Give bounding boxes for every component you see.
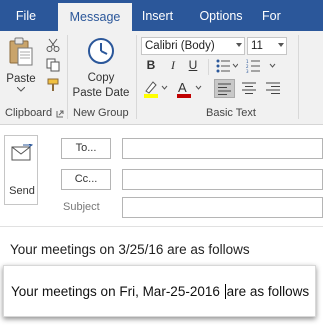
zoom-callout: Your meetings on Fri, Mar-25-2016 are as… xyxy=(3,265,316,317)
align-left-icon xyxy=(218,83,231,95)
tab-options[interactable]: Options xyxy=(190,0,252,31)
ribbon-separator xyxy=(208,59,209,75)
font-name-value: Calibri (Body) xyxy=(145,40,215,52)
ribbon-separator xyxy=(67,35,68,119)
callout-text-before: Your meetings on Fri, Mar-25-2016 xyxy=(11,284,220,299)
tab-message[interactable]: Message xyxy=(58,3,132,31)
tab-insert[interactable]: Insert xyxy=(135,0,180,31)
font-name-combobox[interactable]: Calibri (Body) xyxy=(141,37,245,55)
to-button[interactable]: To... xyxy=(61,138,111,159)
font-size-value: 11 xyxy=(251,40,263,52)
paste-button[interactable]: Paste xyxy=(2,35,40,93)
font-size-combobox[interactable]: 11 xyxy=(247,37,287,55)
dialog-launcher-icon[interactable] xyxy=(56,110,64,118)
chevron-down-icon[interactable] xyxy=(236,43,242,47)
to-field[interactable] xyxy=(122,138,323,159)
send-button[interactable]: Send xyxy=(4,135,38,205)
cut-icon[interactable] xyxy=(46,38,60,52)
format-painter-icon[interactable] xyxy=(46,78,60,92)
tab-file[interactable]: File xyxy=(0,0,52,31)
subject-field[interactable] xyxy=(122,197,323,218)
cc-button[interactable]: Cc... xyxy=(61,169,111,190)
bullets-icon[interactable] xyxy=(216,59,238,73)
subject-label: Subject xyxy=(63,201,100,213)
ribbon-separator xyxy=(298,35,299,119)
numbering-icon[interactable]: 1 2 3 xyxy=(246,59,278,73)
underline-button[interactable]: U xyxy=(185,58,201,72)
chevron-down-icon[interactable] xyxy=(278,43,284,47)
basic-text-group-label: Basic Text xyxy=(206,107,256,119)
svg-text:A: A xyxy=(178,80,187,95)
copy-paste-date-button[interactable]: Copy Paste Date xyxy=(70,35,132,101)
copy-icon[interactable] xyxy=(46,58,60,72)
highlight-color-icon[interactable] xyxy=(143,80,169,98)
bold-button[interactable]: B xyxy=(143,58,159,72)
ribbon: Paste Clipboard Copy Paste Date New Grou… xyxy=(0,31,323,125)
align-right-icon[interactable] xyxy=(266,82,280,94)
message-body-text[interactable]: Your meetings on 3/25/16 are as follows xyxy=(10,242,250,257)
italic-button[interactable]: I xyxy=(165,58,181,73)
clipboard-group-label: Clipboard xyxy=(5,107,53,119)
callout-text-after: are as follows xyxy=(226,284,310,299)
copy-label: Copy xyxy=(87,72,115,84)
cc-field[interactable] xyxy=(122,169,323,190)
paste-icon xyxy=(9,37,33,66)
align-center-icon[interactable] xyxy=(242,82,256,94)
ribbon-separator xyxy=(136,35,137,119)
font-color-icon[interactable]: A xyxy=(176,80,204,98)
send-icon xyxy=(11,144,33,161)
svg-text:3: 3 xyxy=(246,69,249,73)
paste-label: Paste xyxy=(6,73,36,85)
align-left-button[interactable] xyxy=(214,79,235,98)
send-label: Send xyxy=(9,185,35,197)
compose-divider xyxy=(0,226,323,227)
ribbon-tab-bar: File Message Insert Options For xyxy=(0,0,323,31)
chevron-down-icon xyxy=(17,87,25,92)
tab-format[interactable]: For xyxy=(262,0,302,31)
new-group-label: New Group xyxy=(73,107,129,119)
text-cursor xyxy=(224,284,226,299)
paste-date-label: Paste Date xyxy=(72,87,130,99)
callout-text: Your meetings on Fri, Mar-25-2016 are as… xyxy=(11,284,309,299)
clock-icon xyxy=(88,38,114,64)
